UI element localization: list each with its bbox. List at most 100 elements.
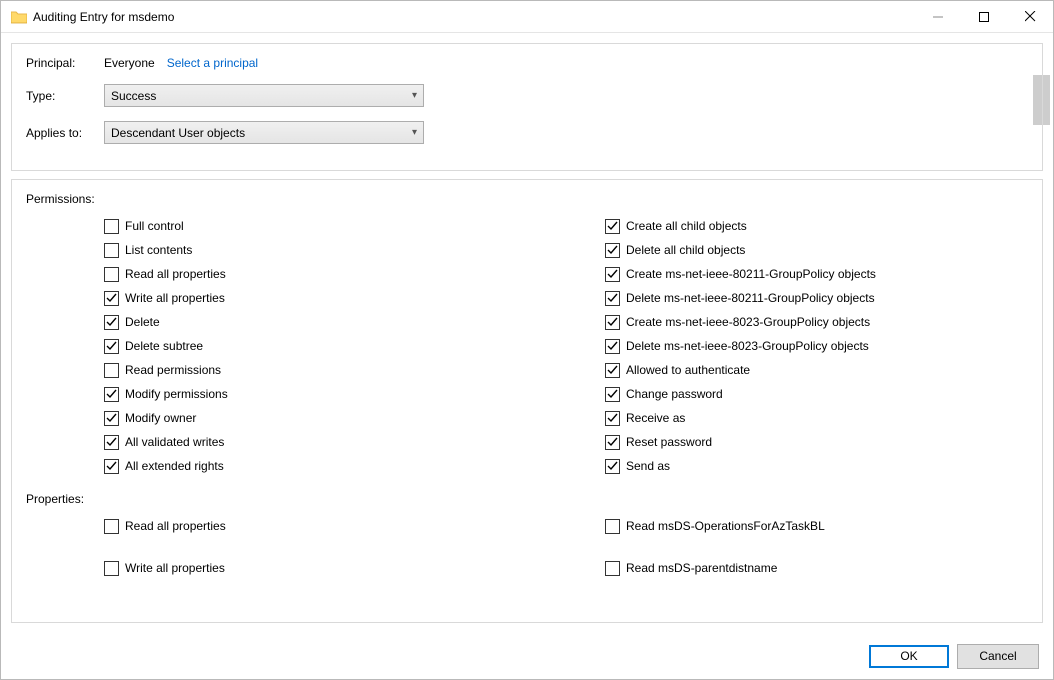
checkbox-label: Read msDS-OperationsForAzTaskBL <box>626 519 825 533</box>
checkbox-label: List contents <box>125 243 192 257</box>
checkbox-label: Delete ms-net-ieee-8023-GroupPolicy obje… <box>626 339 869 353</box>
select-principal-link[interactable]: Select a principal <box>167 56 258 70</box>
checkbox-item[interactable]: Send as <box>605 454 1028 478</box>
checkbox-box[interactable] <box>605 219 620 234</box>
checkbox-box[interactable] <box>605 459 620 474</box>
checkbox-item[interactable]: Modify owner <box>104 406 527 430</box>
checkbox-box[interactable] <box>605 561 620 576</box>
close-button[interactable] <box>1007 1 1053 32</box>
checkbox-label: Read permissions <box>125 363 221 377</box>
checkbox-label: Delete all child objects <box>626 243 745 257</box>
checkbox-label: Read msDS-parentdistname <box>626 561 777 575</box>
checkbox-label: Modify owner <box>125 411 196 425</box>
checkbox-item[interactable]: Create ms-net-ieee-8023-GroupPolicy obje… <box>605 310 1028 334</box>
header-panel: Principal: Everyone Select a principal T… <box>11 43 1043 171</box>
checkbox-item[interactable]: Receive as <box>605 406 1028 430</box>
checkbox-item[interactable]: Allowed to authenticate <box>605 358 1028 382</box>
checkbox-label: Create all child objects <box>626 219 747 233</box>
checkbox-item[interactable]: All extended rights <box>104 454 527 478</box>
checkbox-label: Reset password <box>626 435 712 449</box>
principal-value: Everyone <box>104 56 155 70</box>
principal-label: Principal: <box>26 56 104 70</box>
checkbox-item[interactable]: Read all properties <box>104 262 527 286</box>
checkbox-box[interactable] <box>104 363 119 378</box>
checkbox-label: Create ms-net-ieee-8023-GroupPolicy obje… <box>626 315 870 329</box>
checkbox-box[interactable] <box>605 435 620 450</box>
checkbox-item[interactable]: Modify permissions <box>104 382 527 406</box>
checkbox-item[interactable]: Create all child objects <box>605 214 1028 238</box>
checkbox-box[interactable] <box>104 267 119 282</box>
checkbox-item[interactable]: Read all properties <box>104 514 527 538</box>
body-panel: Permissions: Full control List contents Re… <box>11 179 1043 623</box>
type-label: Type: <box>26 89 104 103</box>
checkbox-label: Create ms-net-ieee-80211-GroupPolicy obj… <box>626 267 876 281</box>
checkbox-item[interactable]: Reset password <box>605 430 1028 454</box>
checkbox-box[interactable] <box>605 339 620 354</box>
checkbox-box[interactable] <box>104 291 119 306</box>
checkbox-box[interactable] <box>104 561 119 576</box>
checkbox-item[interactable]: Change password <box>605 382 1028 406</box>
checkbox-box[interactable] <box>104 315 119 330</box>
applies-to-select-value: Descendant User objects <box>111 126 245 140</box>
checkbox-label: Write all properties <box>125 561 225 575</box>
checkbox-item[interactable]: Delete subtree <box>104 334 527 358</box>
checkbox-box[interactable] <box>605 243 620 258</box>
checkbox-box[interactable] <box>104 435 119 450</box>
checkbox-label: Receive as <box>626 411 685 425</box>
checkbox-label: Read all properties <box>125 519 226 533</box>
checkbox-box[interactable] <box>104 411 119 426</box>
checkbox-item[interactable]: Delete all child objects <box>605 238 1028 262</box>
checkbox-box[interactable] <box>605 291 620 306</box>
permissions-left-column: Full control List contents Read all proper… <box>26 214 527 478</box>
checkbox-box[interactable] <box>605 315 620 330</box>
chevron-down-icon: ▾ <box>412 90 417 101</box>
checkbox-label: Full control <box>125 219 184 233</box>
checkbox-item[interactable]: Write all properties <box>104 556 527 580</box>
checkbox-item[interactable]: Delete ms-net-ieee-8023-GroupPolicy obje… <box>605 334 1028 358</box>
checkbox-box[interactable] <box>605 411 620 426</box>
type-select[interactable]: Success ▾ <box>104 84 424 107</box>
checkbox-box[interactable] <box>104 387 119 402</box>
checkbox-item[interactable]: List contents <box>104 238 527 262</box>
type-select-value: Success <box>111 89 156 103</box>
checkbox-box[interactable] <box>104 219 119 234</box>
permissions-header: Permissions: <box>26 192 1028 206</box>
checkbox-item[interactable]: Read permissions <box>104 358 527 382</box>
checkbox-box[interactable] <box>605 267 620 282</box>
checkbox-box[interactable] <box>104 243 119 258</box>
caption-buttons <box>915 1 1053 32</box>
properties-header: Properties: <box>26 492 1028 506</box>
checkbox-label: All validated writes <box>125 435 224 449</box>
checkbox-label: Write all properties <box>125 291 225 305</box>
checkbox-label: Delete ms-net-ieee-80211-GroupPolicy obj… <box>626 291 875 305</box>
applies-to-select[interactable]: Descendant User objects ▾ <box>104 121 424 144</box>
window-title: Auditing Entry for msdemo <box>33 10 915 24</box>
checkbox-box[interactable] <box>104 459 119 474</box>
checkbox-item[interactable]: Delete ms-net-ieee-80211-GroupPolicy obj… <box>605 286 1028 310</box>
checkbox-item[interactable]: Read msDS-parentdistname <box>605 556 1028 580</box>
window: Auditing Entry for msdemo Principal: Eve… <box>0 0 1054 680</box>
client-area: Principal: Everyone Select a principal T… <box>1 33 1053 679</box>
checkbox-label: Modify permissions <box>125 387 228 401</box>
ok-button[interactable]: OK <box>869 645 949 668</box>
checkbox-box[interactable] <box>104 519 119 534</box>
checkbox-label: Send as <box>626 459 670 473</box>
minimize-button[interactable] <box>915 1 961 32</box>
maximize-button[interactable] <box>961 1 1007 32</box>
checkbox-box[interactable] <box>605 519 620 534</box>
checkbox-label: Delete subtree <box>125 339 203 353</box>
checkbox-item[interactable]: Delete <box>104 310 527 334</box>
cancel-button[interactable]: Cancel <box>957 644 1039 669</box>
checkbox-box[interactable] <box>104 339 119 354</box>
checkbox-item[interactable]: Create ms-net-ieee-80211-GroupPolicy obj… <box>605 262 1028 286</box>
checkbox-label: Change password <box>626 387 723 401</box>
checkbox-item[interactable]: Read msDS-OperationsForAzTaskBL <box>605 514 1028 538</box>
checkbox-item[interactable]: All validated writes <box>104 430 527 454</box>
chevron-down-icon: ▾ <box>412 127 417 138</box>
properties-left-column: Read all properties Write all properties <box>26 514 527 580</box>
checkbox-item[interactable]: Full control <box>104 214 527 238</box>
checkbox-box[interactable] <box>605 387 620 402</box>
titlebar: Auditing Entry for msdemo <box>1 1 1053 33</box>
checkbox-item[interactable]: Write all properties <box>104 286 527 310</box>
checkbox-box[interactable] <box>605 363 620 378</box>
